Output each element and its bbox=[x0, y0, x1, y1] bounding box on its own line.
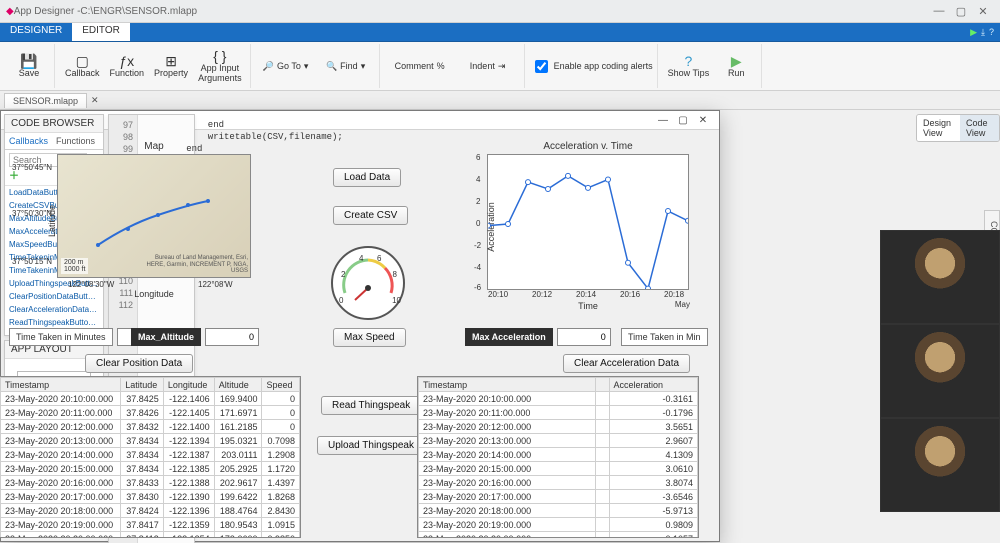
map-xtick: 122°08'W bbox=[198, 280, 233, 289]
max-speed-button[interactable]: Max Speed bbox=[333, 328, 406, 347]
map-scale: 200 m1000 ft bbox=[61, 258, 88, 274]
map-title: Map bbox=[58, 141, 250, 152]
app-close-icon[interactable]: ✕ bbox=[693, 115, 713, 126]
app-input-args-button[interactable]: { }App Input Arguments bbox=[194, 45, 246, 87]
save-button[interactable]: 💾Save bbox=[8, 45, 50, 87]
ide-titlebar: ◆ App Designer - C:\ENGR\SENSOR.mlapp — … bbox=[0, 0, 1000, 23]
read-thingspeak-button[interactable]: Read Thingspeak bbox=[321, 396, 421, 415]
step-icon[interactable]: ⤓ bbox=[981, 27, 985, 38]
map-attribution: Bureau of Land Management, Esri, HERE, G… bbox=[138, 255, 248, 275]
ribbon-toolbar: 💾Save ▢Callback ƒxFunction ⊞Property { }… bbox=[0, 42, 1000, 91]
maximize-icon[interactable]: ▢ bbox=[950, 5, 972, 18]
indent-button[interactable]: Indent⇥ bbox=[456, 45, 520, 87]
function-button[interactable]: ƒxFunction bbox=[106, 45, 149, 87]
run-indicator-icon[interactable]: ▶ bbox=[970, 27, 977, 38]
close-icon[interactable]: ✕ bbox=[972, 5, 994, 18]
clear-position-button[interactable]: Clear Position Data bbox=[85, 354, 193, 373]
matlab-app-window: ◆ MATLAB App — ▢ ✕ Map Latitude Longitud… bbox=[0, 110, 720, 542]
accel-axes[interactable]: Acceleration v. Time Acceleration Time 6… bbox=[487, 154, 689, 290]
map-axes[interactable]: Map Latitude Longitude 200 m1000 ft Bure… bbox=[57, 154, 251, 278]
design-view-button[interactable]: Design View bbox=[917, 115, 960, 141]
find-button[interactable]: 🔍Find▾ bbox=[317, 45, 375, 87]
upload-thingspeak-button[interactable]: Upload Thingspeak bbox=[317, 436, 425, 455]
minimize-icon[interactable]: — bbox=[928, 5, 950, 17]
file-tab[interactable]: SENSOR.mlapp bbox=[4, 93, 87, 108]
participant-video[interactable] bbox=[880, 418, 1000, 512]
enable-alerts-checkbox[interactable]: Enable app coding alerts bbox=[531, 57, 653, 76]
title-prefix: App Designer - bbox=[14, 6, 81, 17]
goto-button[interactable]: 🔎Go To▾ bbox=[257, 45, 315, 87]
load-data-button[interactable]: Load Data bbox=[333, 168, 401, 187]
property-button[interactable]: ⊞Property bbox=[150, 45, 192, 87]
accel-sublabel: May bbox=[675, 300, 690, 309]
speed-gauge: 0 2 4 6 8 10 bbox=[331, 246, 405, 320]
video-call-overlay bbox=[880, 230, 1000, 512]
max-alt-label[interactable]: Max_Altitude bbox=[131, 328, 201, 346]
max-alt-input[interactable] bbox=[205, 328, 259, 346]
map-ytick: 37°50'45"N bbox=[12, 163, 52, 172]
view-toggle[interactable]: Design View Code View bbox=[916, 114, 1000, 142]
map-ytick: 37°50'15"N bbox=[12, 257, 52, 266]
show-tips-button[interactable]: ?Show Tips bbox=[664, 45, 714, 87]
accel-title: Acceleration v. Time bbox=[488, 141, 688, 152]
run-button[interactable]: ▶Run bbox=[715, 45, 757, 87]
accel-xlabel: Time bbox=[488, 301, 688, 311]
create-csv-button[interactable]: Create CSV bbox=[333, 206, 408, 225]
time-acc-label: Time Taken in Min bbox=[621, 328, 708, 346]
participant-video[interactable] bbox=[880, 230, 1000, 324]
position-table[interactable]: TimestampLatitudeLongitudeAltitudeSpeed2… bbox=[0, 376, 301, 538]
close-tab-icon[interactable]: ✕ bbox=[87, 95, 103, 106]
app-maximize-icon[interactable]: ▢ bbox=[673, 115, 693, 126]
code-view-button[interactable]: Code View bbox=[960, 115, 999, 141]
accel-table[interactable]: TimestampAcceleration23-May-2020 20:10:0… bbox=[417, 376, 699, 538]
time-pos-label: Time Taken in Minutes bbox=[9, 328, 113, 346]
tab-editor[interactable]: EDITOR bbox=[72, 23, 130, 41]
map-xtick: 122°08'30"W bbox=[68, 280, 114, 289]
comment-button[interactable]: Comment% bbox=[386, 45, 454, 87]
map-xlabel: Longitude bbox=[58, 289, 250, 299]
tab-designer[interactable]: DESIGNER bbox=[0, 23, 72, 41]
app-icon: ◆ bbox=[6, 6, 14, 17]
app-minimize-icon[interactable]: — bbox=[653, 115, 673, 126]
help-icon[interactable]: ? bbox=[989, 27, 994, 37]
ribbon-tabbar: DESIGNER EDITOR ▶ ⤓ ? bbox=[0, 23, 1000, 42]
max-acc-label[interactable]: Max Acceleration bbox=[465, 328, 553, 346]
clear-accel-button[interactable]: Clear Acceleration Data bbox=[563, 354, 690, 373]
callback-button[interactable]: ▢Callback bbox=[61, 45, 104, 87]
chevron-down-icon: ▾ bbox=[304, 61, 309, 72]
map-ytick: 37°50'30"N bbox=[12, 209, 52, 218]
chevron-down-icon: ▾ bbox=[361, 61, 366, 72]
title-path: C:\ENGR\SENSOR.mlapp bbox=[80, 6, 197, 17]
participant-video[interactable] bbox=[880, 324, 1000, 418]
max-acc-input[interactable] bbox=[557, 328, 611, 346]
file-tab-row: SENSOR.mlapp ✕ bbox=[0, 91, 1000, 110]
